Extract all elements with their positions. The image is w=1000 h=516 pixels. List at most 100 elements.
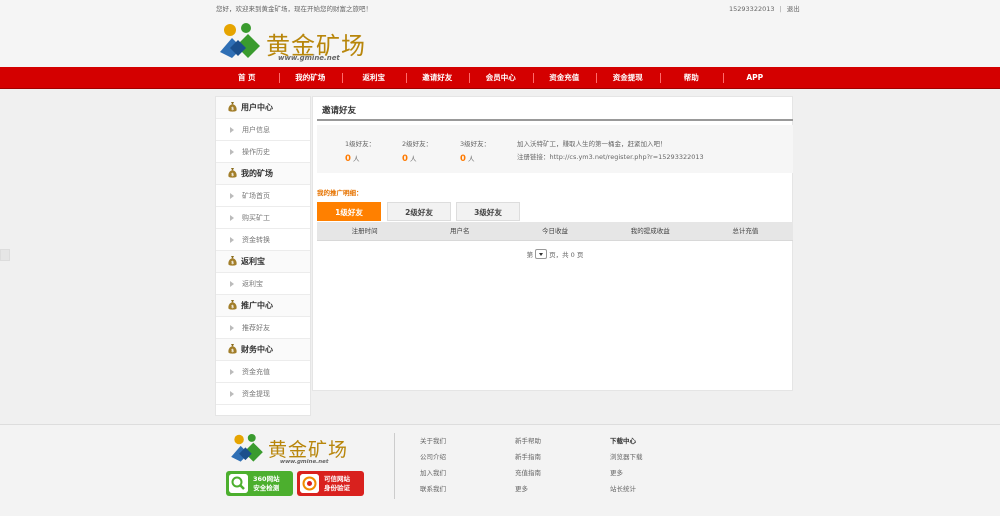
footer-link[interactable]: 联系我们 xyxy=(420,481,446,497)
money-bag-icon: $ xyxy=(228,341,237,354)
badge-line2: 身份验证 xyxy=(324,484,350,492)
footer: 黄金矿场 www.gmine.net 360网站 安全检测 可信网站 身份验证 … xyxy=(0,424,1000,516)
stat-unit: 人 xyxy=(468,155,475,163)
tab-level-3[interactable]: 3级好友 xyxy=(456,202,520,221)
sidebar-item[interactable]: 购买矿工 xyxy=(216,207,310,229)
sidebar-item[interactable]: 操作历史 xyxy=(216,141,310,163)
site-logo[interactable]: 黄金矿场 www.gmine.net xyxy=(216,22,366,62)
sidebar-item[interactable]: 推荐好友 xyxy=(216,317,310,339)
stat-level-1: 1级好友： 0 人 xyxy=(345,138,395,164)
logout-link[interactable]: 退出 xyxy=(787,5,800,13)
badge-trusted-site[interactable]: 可信网站 身份验证 xyxy=(297,471,364,496)
triangle-right-icon xyxy=(230,237,234,243)
footer-link[interactable]: 加入我们 xyxy=(420,465,446,481)
footer-logo[interactable]: 黄金矿场 www.gmine.net xyxy=(228,433,368,465)
col-today-income: 今日收益 xyxy=(542,227,568,235)
sidebar-item[interactable]: 资金转换 xyxy=(216,229,310,251)
footer-url: www.gmine.net xyxy=(280,459,329,465)
sidebar-group-label: 推广中心 xyxy=(241,301,273,310)
svg-text:$: $ xyxy=(231,172,234,177)
sidebar-group-label: 返利宝 xyxy=(241,257,265,266)
sidebar-item[interactable]: 矿场首页 xyxy=(216,185,310,207)
trust-seal-icon xyxy=(300,474,319,493)
money-bag-icon: $ xyxy=(228,165,237,178)
page-select[interactable] xyxy=(535,249,548,259)
footer-link[interactable]: 更多 xyxy=(610,465,643,481)
sidebar-item-label: 用户信息 xyxy=(242,126,270,134)
top-bar: 您好，欢迎来到黄金矿场，现在开始您的财富之旅吧！ 15293322013 | 退出 xyxy=(0,0,1000,14)
sidebar-item[interactable]: 资金充值 xyxy=(216,361,310,383)
nav-item[interactable]: 首 页 xyxy=(215,67,279,89)
footer-link[interactable]: 关于我们 xyxy=(420,433,446,449)
footer-link[interactable]: 新手帮助 xyxy=(515,433,541,449)
side-toggle-handle[interactable] xyxy=(0,249,10,261)
table-header: 注册时间 用户名 今日收益 我的提成收益 总计充值 xyxy=(317,222,793,241)
footer-link[interactable]: 下载中心 xyxy=(610,433,643,449)
sidebar-group-label: 财务中心 xyxy=(241,345,273,354)
account-area: 15293322013 | 退出 xyxy=(729,3,800,13)
footer-link[interactable]: 新手指南 xyxy=(515,449,541,465)
nav-item[interactable]: 资金充值 xyxy=(532,67,597,89)
main-nav: 首 页我的矿场 返利宝 邀请好友 会员中心 资金充值 资金提现 帮助 APP xyxy=(0,67,1000,89)
magnifier-icon xyxy=(229,474,248,493)
pager-suffix: 页，共 0 页 xyxy=(549,251,584,259)
sidebar-item[interactable]: 返利宝 xyxy=(216,273,310,295)
nav-item[interactable]: 邀请好友 xyxy=(405,67,470,89)
footer-link[interactable]: 公司介绍 xyxy=(420,449,446,465)
nav-item[interactable]: 会员中心 xyxy=(469,67,533,89)
sidebar-item-label: 返利宝 xyxy=(242,280,263,288)
stat-value: 0 xyxy=(345,154,351,164)
sidebar-group-title: $ 用户中心 xyxy=(216,97,310,119)
stat-unit: 人 xyxy=(353,155,360,163)
sidebar-group-title: $ 推广中心 xyxy=(216,295,310,317)
logo-mark-icon xyxy=(231,433,263,462)
footer-link[interactable]: 更多 xyxy=(515,481,541,497)
promotion-detail-title: 我的推广明细： xyxy=(317,189,363,197)
nav-item[interactable]: APP xyxy=(723,67,787,89)
triangle-right-icon xyxy=(230,215,234,221)
footer-link[interactable]: 充值指南 xyxy=(515,465,541,481)
triangle-right-icon xyxy=(230,369,234,375)
col-total-recharge: 总计充值 xyxy=(732,227,759,235)
footer-link[interactable]: 浏览器下载 xyxy=(610,449,643,465)
col-username: 用户名 xyxy=(450,227,470,235)
sidebar-group-label: 我的矿场 xyxy=(241,169,273,178)
badge-360-security[interactable]: 360网站 安全检测 xyxy=(226,471,293,496)
triangle-right-icon xyxy=(230,391,234,397)
col-commission: 我的提成收益 xyxy=(630,227,670,235)
sidebar-item[interactable]: 用户信息 xyxy=(216,119,310,141)
sidebar-item[interactable]: 资金提现 xyxy=(216,383,310,405)
sidebar-group-title: $ 返利宝 xyxy=(216,251,310,273)
stat-value: 0 xyxy=(402,154,408,164)
sidebar-group-title: $ 我的矿场 xyxy=(216,163,310,185)
logo-mark-icon xyxy=(220,23,260,58)
col-register-time: 注册时间 xyxy=(351,227,378,235)
svg-text:$: $ xyxy=(231,304,234,309)
stat-value: 0 xyxy=(460,154,466,164)
nav-item[interactable]: 返利宝 xyxy=(342,67,406,89)
stat-label: 1级好友： xyxy=(345,140,376,148)
badge-line1: 可信网站 xyxy=(324,475,350,483)
account-number[interactable]: 15293322013 xyxy=(729,5,775,13)
footer-link[interactable]: 站长统计 xyxy=(610,481,643,497)
footer-col-about: 关于我们 公司介绍 加入我们 联系我们 xyxy=(420,433,446,497)
friend-level-tabs: 1级好友 2级好友 3级好友 xyxy=(317,202,793,221)
footer-col-help: 新手帮助 新手指南 充值指南 更多 xyxy=(515,433,541,497)
triangle-right-icon xyxy=(230,325,234,331)
tab-level-2[interactable]: 2级好友 xyxy=(387,202,451,221)
tab-level-1[interactable]: 1级好友 xyxy=(317,202,381,221)
register-link[interactable]: 注册链接：http://cs.ym3.net/register.php?r=15… xyxy=(517,151,704,164)
stats-box: 1级好友： 0 人 2级好友： 0 人 3级好友： 0 人 加入沃特矿工，赚取人… xyxy=(317,125,793,173)
nav-item[interactable]: 我的矿场 xyxy=(278,67,343,89)
money-bag-icon: $ xyxy=(228,297,237,310)
main-panel: 邀请好友 1级好友： 0 人 2级好友： 0 人 3级好友： 0 人 加入沃特矿… xyxy=(312,96,793,391)
stat-level-3: 3级好友： 0 人 xyxy=(460,138,510,164)
separator: | xyxy=(779,5,782,13)
stat-level-2: 2级好友： 0 人 xyxy=(402,138,452,164)
sidebar-item-label: 资金转换 xyxy=(242,236,270,244)
nav-item[interactable]: 资金提现 xyxy=(596,67,660,89)
nav-item[interactable]: 帮助 xyxy=(659,67,724,89)
svg-text:$: $ xyxy=(231,106,234,111)
stat-label: 3级好友： xyxy=(460,140,491,148)
sidebar-item-label: 操作历史 xyxy=(242,148,270,156)
